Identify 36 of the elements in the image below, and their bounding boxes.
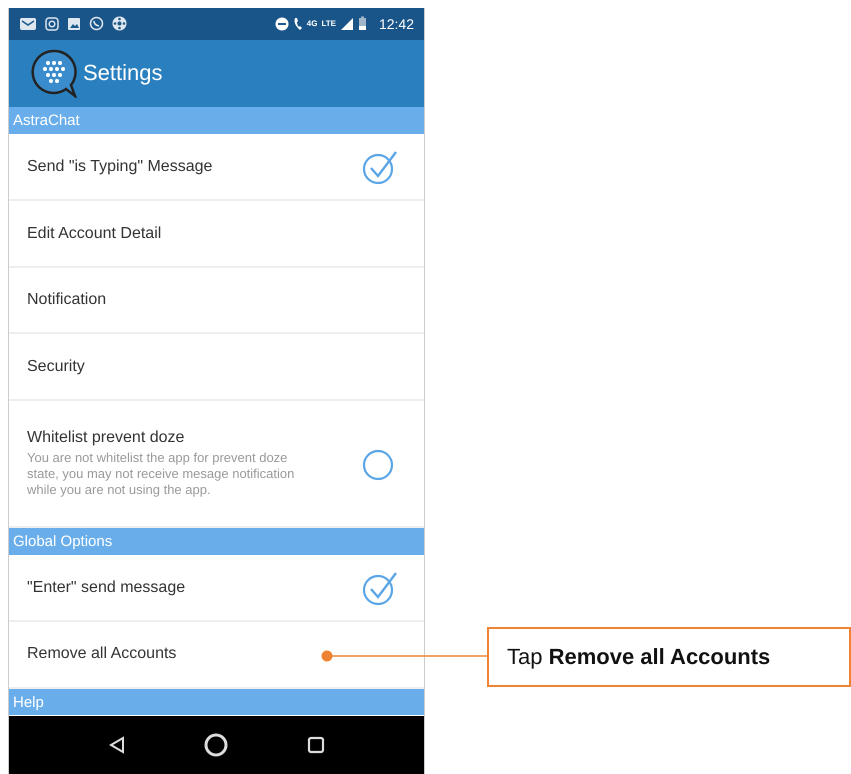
settings-row[interactable]: Security [9, 334, 424, 401]
section-header: AstraChat [9, 107, 424, 135]
home-icon[interactable] [203, 732, 230, 758]
setting-label: Whitelist prevent doze [27, 428, 186, 447]
image-icon [67, 16, 81, 31]
flower-icon [112, 16, 127, 32]
mail-icon [19, 16, 37, 31]
app-title: Settings [83, 60, 162, 86]
setting-label: Remove all Accounts [27, 645, 176, 664]
callout-text: Tap Remove all Accounts [507, 644, 770, 670]
setting-label: Notification [27, 291, 106, 310]
chat-bubble-logo-icon [29, 48, 79, 98]
network-label: 4G [306, 19, 318, 28]
clock-time: 12:42 [378, 16, 414, 32]
settings-row[interactable]: Edit Account Detail [9, 201, 424, 268]
signal-icon [340, 16, 354, 31]
setting-label: Security [27, 358, 85, 376]
phone-bubble-icon [89, 16, 104, 32]
settings-row[interactable]: Notification [9, 268, 424, 334]
setting-label: Send "is Typing" Message [27, 158, 212, 176]
checked-circle-icon[interactable] [362, 149, 398, 186]
do-not-disturb-icon [274, 16, 289, 31]
recents-icon[interactable] [307, 736, 326, 754]
back-icon[interactable] [108, 736, 126, 754]
network-type: LTE [321, 19, 336, 28]
checked-circle-icon[interactable] [362, 570, 398, 606]
setting-label: Edit Account Detail [27, 224, 162, 243]
call-icon [292, 16, 303, 31]
setting-label: "Enter" send message [27, 578, 186, 597]
section-header: Help [9, 688, 424, 716]
settings-row[interactable]: "Enter" send message [9, 556, 424, 622]
camera-icon [45, 16, 59, 31]
setting-summary: You are not whitelist the app for prevent doze state, you may not receive mesage notification while you are not using the app. [27, 450, 296, 498]
section-header: Global Options [9, 528, 424, 556]
battery-icon [358, 16, 367, 32]
settings-row[interactable]: Send "is Typing" Message [9, 134, 424, 202]
